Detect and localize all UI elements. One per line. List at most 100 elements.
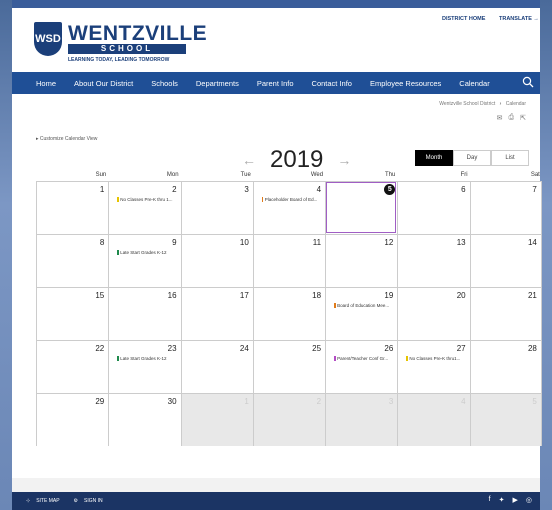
day-number: 26: [384, 344, 394, 353]
translate-link[interactable]: TRANSLATE →: [499, 16, 539, 22]
nav-home[interactable]: Home: [12, 79, 65, 88]
day-cell[interactable]: 14: [469, 234, 542, 287]
day-number: 9: [172, 238, 177, 247]
day-number: 28: [527, 344, 537, 353]
sitemap-icon[interactable]: ⊹: [26, 498, 30, 504]
day-cell[interactable]: 3: [325, 393, 398, 446]
weekday-mon: Mon: [166, 172, 179, 178]
day-cell[interactable]: 5: [469, 393, 542, 446]
day-cell[interactable]: 29: [36, 393, 109, 446]
day-cell[interactable]: 28: [469, 340, 542, 393]
nav-parent-info[interactable]: Parent Info: [248, 79, 303, 88]
year-navigator: ← 2019 →: [242, 146, 351, 174]
day-cell[interactable]: 1: [36, 181, 109, 234]
day-cell[interactable]: 12: [325, 234, 398, 287]
day-cell[interactable]: 23 Late Start Grades K-12: [108, 340, 181, 393]
day-cell[interactable]: 6: [397, 181, 470, 234]
day-cell[interactable]: 4: [397, 393, 470, 446]
search-icon[interactable]: [522, 76, 534, 88]
prev-arrow-icon[interactable]: ←: [242, 152, 256, 168]
breadcrumb-root[interactable]: Wentzville School District: [439, 101, 495, 107]
top-bar: [12, 0, 540, 8]
calendar-event[interactable]: No Classes Pre-K thru 1...: [117, 197, 173, 202]
day-number: 3: [244, 185, 249, 194]
day-cell[interactable]: 26 Parent/Teacher Conf Gr...: [325, 340, 398, 393]
logo-tagline: LEARNING TODAY, LEADING TOMORROW: [68, 57, 170, 63]
nav-departments[interactable]: Departments: [187, 79, 248, 88]
day-cell[interactable]: 22: [36, 340, 109, 393]
view-month-button[interactable]: Month: [415, 150, 453, 166]
day-cell[interactable]: 20: [397, 287, 470, 340]
page: WSD WENTZVILLE SCHOOL DISTRICT LEARNING …: [12, 0, 542, 510]
view-list-button[interactable]: List: [491, 150, 529, 166]
calendar-event[interactable]: Board of Education Mee...: [334, 303, 389, 308]
twitter-icon[interactable]: ✦: [499, 496, 505, 504]
weekday-header: Sun Mon Tue Wed Thu Fri Sat: [36, 172, 542, 181]
youtube-icon[interactable]: ▶: [513, 496, 518, 504]
site-map-link[interactable]: SITE MAP: [36, 498, 59, 504]
day-cell[interactable]: 11: [252, 234, 326, 287]
calendar-event[interactable]: Placeholder Board of Ed...: [261, 197, 317, 202]
nav-calendar[interactable]: Calendar: [450, 79, 498, 88]
day-cell[interactable]: 16: [108, 287, 181, 340]
share-icon[interactable]: ⇱: [520, 114, 526, 122]
logo-title[interactable]: WENTZVILLE: [68, 22, 207, 46]
day-cell[interactable]: 21: [469, 287, 542, 340]
nav-schools[interactable]: Schools: [142, 79, 187, 88]
background-left: [0, 0, 12, 510]
day-cell[interactable]: 27 No Classes Pre-K thru1...: [397, 340, 470, 393]
calendar-event[interactable]: Late Start Grades K-12: [117, 250, 167, 255]
facebook-icon[interactable]: f: [489, 496, 491, 504]
day-cell[interactable]: 2: [252, 393, 326, 446]
day-number: 30: [167, 397, 177, 406]
nav-employee-resources[interactable]: Employee Resources: [361, 79, 450, 88]
calendar-event[interactable]: No Classes Pre-K thru1...: [406, 356, 460, 361]
day-cell[interactable]: 19 Board of Education Mee...: [325, 287, 398, 340]
district-logo-icon[interactable]: WSD: [34, 22, 62, 56]
weekday-sun: Sun: [95, 172, 107, 178]
district-home-link[interactable]: DISTRICT HOME: [442, 16, 485, 22]
email-icon[interactable]: ✉: [497, 114, 503, 122]
day-cell[interactable]: 3: [180, 181, 253, 234]
next-arrow-icon[interactable]: →: [337, 152, 351, 168]
day-number: 19: [384, 291, 394, 300]
page-tools: ✉ ⎙ ⇱: [497, 114, 526, 122]
day-cell[interactable]: 4 Placeholder Board of Ed...: [252, 181, 326, 234]
day-cell[interactable]: 30: [108, 393, 181, 446]
gear-icon[interactable]: ⚙: [74, 498, 78, 504]
instagram-icon[interactable]: ◎: [526, 496, 532, 504]
customize-calendar-view[interactable]: ▸ Customize Calendar View: [36, 136, 97, 142]
day-cell[interactable]: 7: [469, 181, 542, 234]
day-cell[interactable]: 25: [252, 340, 326, 393]
calendar-event[interactable]: Late Start Grades K-12: [117, 356, 167, 361]
calendar-week: 22 23 Late Start Grades K-12 24 25 26 Parent/T…: [36, 340, 542, 393]
print-icon[interactable]: ⎙: [509, 114, 515, 122]
calendar-week: 29 30 1 2 3 4 5: [36, 393, 542, 446]
day-cell[interactable]: 2 No Classes Pre-K thru 1...: [108, 181, 181, 234]
breadcrumb: Wentzville School District › Calendar: [439, 101, 526, 107]
sign-in-link[interactable]: SIGN IN: [84, 498, 103, 504]
day-number: 25: [312, 344, 322, 353]
view-day-button[interactable]: Day: [453, 150, 491, 166]
day-cell[interactable]: 18: [252, 287, 326, 340]
day-number: 1: [99, 185, 105, 194]
calendar-event[interactable]: Parent/Teacher Conf Gr...: [334, 356, 388, 361]
year-label: 2019: [270, 146, 324, 173]
day-cell-today[interactable]: 5: [325, 181, 398, 234]
nav-about[interactable]: About Our District: [65, 79, 142, 88]
day-cell[interactable]: 17: [180, 287, 253, 340]
day-number: 2: [172, 185, 177, 194]
day-cell[interactable]: 9 Late Start Grades K-12: [108, 234, 181, 287]
day-cell[interactable]: 8: [36, 234, 109, 287]
day-cell[interactable]: 15: [36, 287, 109, 340]
day-number: 18: [312, 291, 322, 300]
day-number: 11: [312, 238, 322, 247]
day-cell[interactable]: 24: [180, 340, 253, 393]
day-cell[interactable]: 13: [397, 234, 470, 287]
weekday-wed: Wed: [310, 172, 324, 178]
calendar-weeks: 1 2 No Classes Pre-K thru 1... 3 4 Placeholde…: [36, 181, 542, 446]
nav-contact-info[interactable]: Contact Info: [303, 79, 361, 88]
day-number: 5: [532, 397, 537, 406]
day-cell[interactable]: 10: [180, 234, 253, 287]
day-cell[interactable]: 1: [180, 393, 253, 446]
